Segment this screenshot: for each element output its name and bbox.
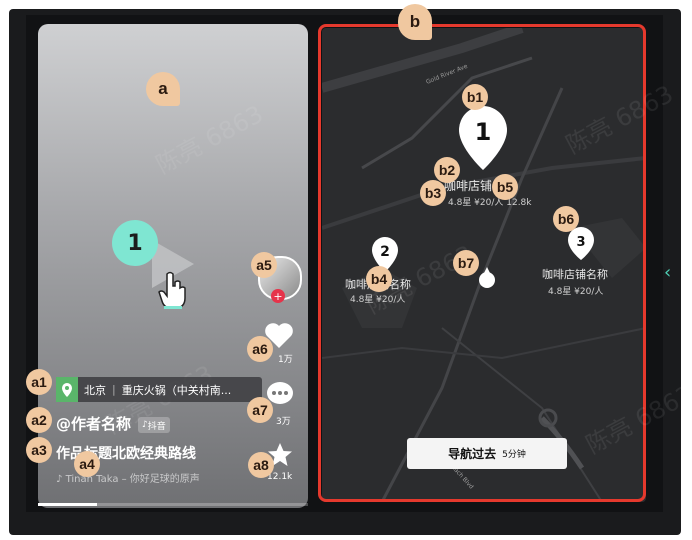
follow-plus-icon[interactable]: + — [271, 289, 285, 303]
video-progress-bar[interactable] — [38, 503, 308, 506]
progress-fill — [38, 503, 98, 506]
annotation-a7: a7 — [247, 397, 273, 423]
location-name: 重庆火锅（中关村南... — [121, 383, 232, 397]
comment-count: 3万 — [276, 417, 291, 427]
platform-badge-label: 抖音 — [147, 421, 166, 432]
author-name[interactable]: @作者名称 — [56, 413, 131, 434]
step-badge-1: 1 — [112, 220, 158, 266]
annotation-a8: a8 — [248, 452, 274, 478]
platform-badge: ♪ 抖音 — [138, 417, 170, 433]
annotation-b6: b6 — [553, 206, 579, 232]
annotation-b7: b7 — [453, 250, 479, 276]
location-city: 北京 — [84, 383, 106, 397]
chevron-left-icon[interactable]: ‹ — [664, 262, 671, 283]
annotation-b5: b5 — [492, 174, 518, 200]
annotation-a3: a3 — [26, 437, 52, 463]
annotation-a: a — [146, 72, 180, 106]
location-separator: | — [112, 383, 116, 396]
annotation-b3: b3 — [420, 180, 446, 206]
like-count: 1万 — [278, 355, 293, 365]
annotation-a1: a1 — [26, 369, 52, 395]
annotation-b: b — [398, 4, 432, 40]
annotation-a2: a2 — [26, 407, 52, 433]
annotation-a6: a6 — [247, 336, 273, 362]
map-pin-icon — [56, 377, 78, 402]
annotation-b2: b2 — [434, 157, 460, 183]
pointer-hand-icon — [158, 271, 186, 309]
annotation-b1: b1 — [462, 84, 488, 110]
annotation-a5: a5 — [251, 252, 277, 278]
location-tag[interactable]: 北京 | 重庆火锅（中关村南... — [56, 377, 262, 402]
annotation-a4: a4 — [74, 451, 100, 477]
annotation-b4: b4 — [366, 266, 392, 292]
